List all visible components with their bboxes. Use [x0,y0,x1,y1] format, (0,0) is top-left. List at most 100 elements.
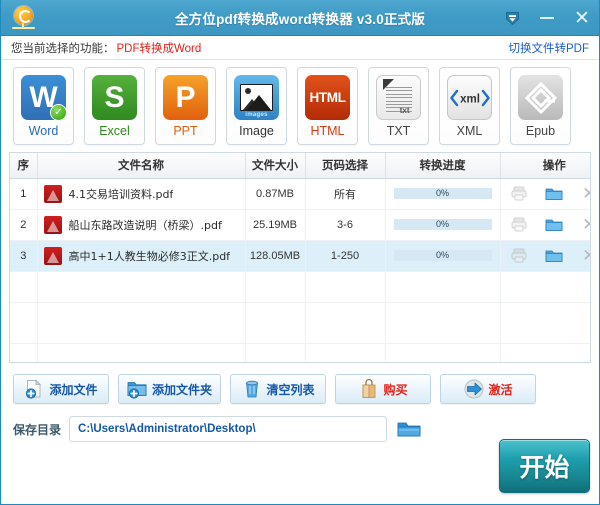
column-header-pages[interactable]: 页码选择 [305,153,386,179]
excel-format-icon: S [92,75,137,120]
row-index: 2 [10,209,38,241]
txt-format-icon: txt [376,75,421,120]
progress-bar: 0% [393,188,492,199]
clear-list-label: 清空列表 [266,382,315,397]
activate-button[interactable]: 激活 [440,374,537,404]
table-row[interactable]: 3 高中1+1人教生物必修3正文.pdf 128.05MB 1-250 0% [10,240,590,272]
file-list-panel: 序 文件名称 文件大小 页码选择 转换进度 操作 1 4.1交易培训资料.pdf [9,152,591,363]
pin-button[interactable] [501,7,523,29]
folder-browse-icon[interactable] [395,418,423,440]
progress-label: 0% [435,188,449,198]
start-button[interactable]: 开始 [499,439,590,493]
table-header-row: 序 文件名称 文件大小 页码选择 转换进度 操作 [10,153,590,179]
progress-bar: 0% [393,219,492,230]
add-file-icon [24,379,44,399]
format-button-epub[interactable]: Epub [510,67,571,145]
row-index: 3 [10,240,38,272]
xml-format-icon: xml [447,75,492,120]
shopping-bag-icon [359,378,379,399]
preview-icon[interactable] [510,185,528,203]
pin-down-icon [504,10,521,27]
column-header-progress[interactable]: 转换进度 [385,153,501,179]
selected-check-icon: ✓ [50,104,67,121]
remove-icon[interactable]: ✕ [580,185,590,203]
row-pages[interactable]: 所有 [305,178,386,210]
table-row-empty [10,302,590,344]
column-header-actions[interactable]: 操作 [500,153,590,179]
activate-label: 激活 [488,382,513,397]
app-window: 全方位pdf转换成word转换器 v3.0正式版 ✕ 您当前选择的功能： PDF… [0,0,600,505]
action-bar: 添加文件 添加文件夹 清空列表 购买 激活 [1,363,599,404]
add-file-button[interactable]: 添加文件 [13,374,109,404]
add-folder-button[interactable]: 添加文件夹 [118,374,222,404]
row-index: 1 [10,178,38,210]
table-row-empty [10,343,590,362]
switch-to-pdf-link[interactable]: 切换文件转PDF [509,40,590,56]
ppt-format-icon: P [163,75,208,120]
format-toolbar: W ✓ Word S Excel P PPT images Image HTML… [1,60,599,152]
save-directory-row: 保存目录 C:\Users\Administrator\Desktop\ [1,404,599,442]
format-label-image: Image [239,124,274,138]
preview-icon[interactable] [510,216,528,234]
function-status-bar: 您当前选择的功能： PDF转换成Word 切换文件转PDF [1,36,599,60]
format-button-image[interactable]: images Image [226,67,287,145]
trash-icon [242,379,262,399]
clear-list-button[interactable]: 清空列表 [230,374,327,404]
activate-arrow-icon [464,379,484,399]
minimize-icon [540,17,554,19]
format-label-word: Word [28,124,59,138]
pdf-file-icon [43,246,62,265]
svg-text:xml: xml [460,93,480,105]
html-format-icon: HTML [305,75,350,120]
progress-label: 0% [435,219,449,229]
row-filename: 4.1交易培训资料.pdf [68,187,174,201]
row-filesize: 0.87MB [245,178,306,210]
format-label-epub: Epub [525,124,556,138]
image-format-icon: images [234,75,279,120]
minimize-button[interactable] [536,7,558,29]
format-label-ppt: PPT [173,124,198,138]
close-button[interactable]: ✕ [571,7,593,29]
save-directory-label: 保存目录 [13,422,62,437]
progress-bar: 0% [393,250,492,261]
status-label: 您当前选择的功能： [11,42,115,55]
column-header-filename[interactable]: 文件名称 [37,153,246,179]
row-pages[interactable]: 1-250 [305,240,386,272]
table-row[interactable]: 1 4.1交易培训资料.pdf 0.87MB 所有 0% [10,178,590,210]
format-label-xml: XML [456,124,483,138]
remove-icon[interactable]: ✕ [580,247,590,265]
add-folder-label: 添加文件夹 [152,382,213,397]
format-button-ppt[interactable]: P PPT [155,67,216,145]
format-button-word[interactable]: W ✓ Word [13,67,74,145]
epub-format-icon [518,75,563,120]
progress-label: 0% [435,250,449,260]
column-header-size[interactable]: 文件大小 [245,153,306,179]
row-pages[interactable]: 3-6 [305,209,386,241]
preview-icon[interactable] [510,247,528,265]
format-label-html: HTML [310,124,345,138]
convert-logo-icon [9,3,39,33]
close-icon: ✕ [574,7,590,29]
add-folder-icon [127,379,147,399]
format-button-txt[interactable]: txt TXT [368,67,429,145]
format-label-txt: TXT [386,124,411,138]
table-row-empty [10,271,590,303]
format-button-excel[interactable]: S Excel [84,67,145,145]
open-folder-icon[interactable] [545,216,563,234]
buy-button[interactable]: 购买 [335,374,432,404]
image-icon-sublabel: images [245,112,268,118]
add-file-label: 添加文件 [49,382,98,397]
column-header-index[interactable]: 序 [10,153,38,179]
pdf-file-icon [43,184,62,203]
remove-icon[interactable]: ✕ [580,216,590,234]
buy-label: 购买 [383,382,408,397]
open-folder-icon[interactable] [545,247,563,265]
open-folder-icon[interactable] [545,185,563,203]
row-filesize: 25.19MB [245,209,306,241]
status-value: PDF转换成Word [116,42,202,55]
table-row[interactable]: 2 船山东路改造说明（桥梁）.pdf 25.19MB 3-6 0% [10,209,590,241]
format-button-xml[interactable]: xml XML [439,67,500,145]
format-button-html[interactable]: HTML HTML [297,67,358,145]
save-path-input[interactable]: C:\Users\Administrator\Desktop\ [69,416,388,442]
format-label-excel: Excel [99,124,130,138]
